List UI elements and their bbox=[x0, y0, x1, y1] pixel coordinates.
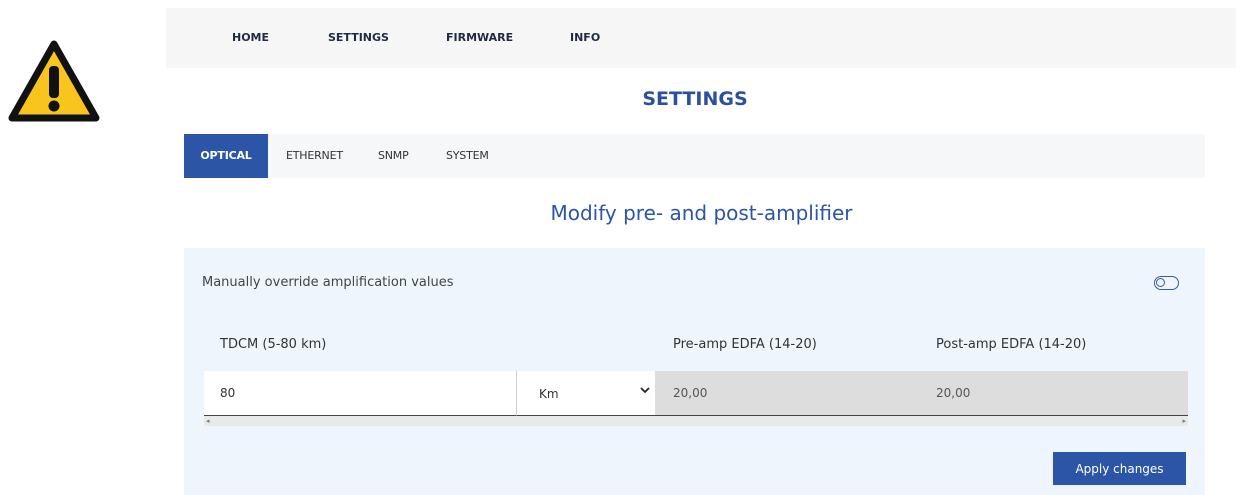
section-subtitle: Modify pre- and post-amplifier bbox=[550, 201, 853, 225]
scroll-left-icon[interactable]: ◂ bbox=[206, 416, 210, 426]
nav-firmware[interactable]: FIRMWARE bbox=[446, 31, 513, 44]
tab-snmp[interactable]: SNMP bbox=[378, 134, 409, 178]
tab-ethernet[interactable]: ETHERNET bbox=[286, 134, 343, 178]
override-label: Manually override amplification values bbox=[202, 275, 454, 290]
pre-amp-label: Pre-amp EDFA (14-20) bbox=[673, 337, 817, 352]
unit-select[interactable]: Km bbox=[516, 371, 655, 416]
page-title: SETTINGS bbox=[642, 88, 748, 110]
nav-home[interactable]: HOME bbox=[232, 31, 269, 44]
toggle-icon bbox=[1156, 278, 1165, 287]
scroll-right-icon[interactable]: ▸ bbox=[1182, 416, 1186, 426]
warning-icon bbox=[8, 40, 100, 122]
amplifier-panel: Manually override amplification values T… bbox=[184, 248, 1205, 495]
tab-optical[interactable]: OPTICAL bbox=[184, 134, 268, 178]
post-amp-label: Post-amp EDFA (14-20) bbox=[936, 337, 1087, 352]
unit-value: Km bbox=[539, 387, 559, 401]
nav-info[interactable]: INFO bbox=[570, 31, 600, 44]
override-toggle[interactable] bbox=[1154, 276, 1179, 290]
post-amp-field[interactable]: 20,00 bbox=[918, 371, 1188, 416]
settings-tabs: OPTICAL ETHERNET SNMP SYSTEM bbox=[184, 134, 1205, 178]
tdcm-input[interactable] bbox=[204, 371, 516, 416]
pre-amp-field[interactable]: 20,00 bbox=[655, 371, 918, 416]
amplifier-row: Km 20,00 20,00 bbox=[204, 371, 1188, 416]
nav-settings[interactable]: SETTINGS bbox=[328, 31, 389, 44]
horizontal-scrollbar[interactable]: ◂ ▸ bbox=[204, 416, 1188, 426]
top-nav: HOME SETTINGS FIRMWARE INFO bbox=[166, 8, 1236, 68]
tdcm-label: TDCM (5-80 km) bbox=[220, 337, 327, 352]
apply-changes-button[interactable]: Apply changes bbox=[1053, 452, 1186, 485]
tab-system[interactable]: SYSTEM bbox=[446, 134, 489, 178]
chevron-down-icon bbox=[640, 387, 650, 394]
